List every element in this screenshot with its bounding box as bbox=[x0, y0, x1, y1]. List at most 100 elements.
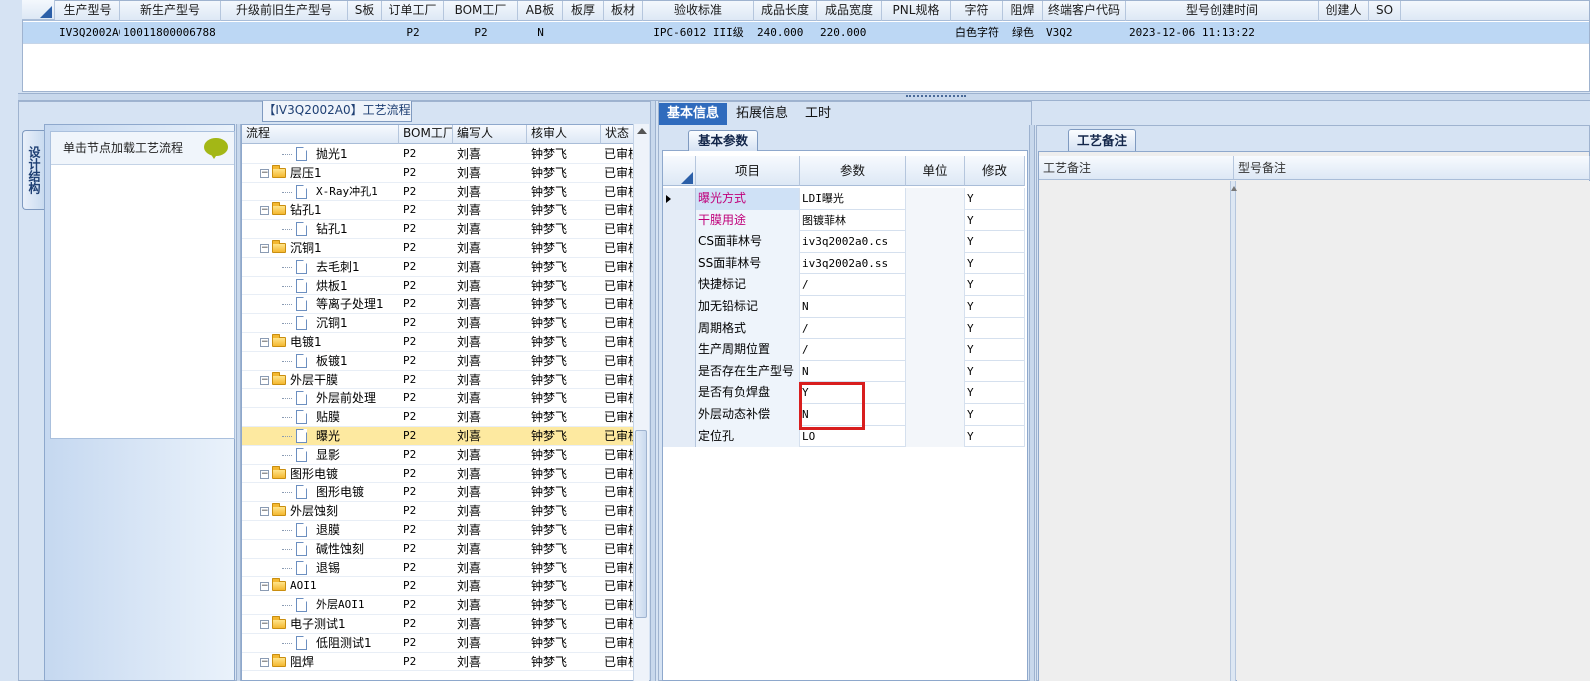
param-row[interactable]: 是否存在生产型号 N Y bbox=[663, 360, 1025, 383]
tree-row[interactable]: 等离子处理1 P2 刘喜 钟梦飞 已审核 bbox=[242, 295, 637, 315]
structure-list[interactable] bbox=[50, 131, 235, 439]
table-cell[interactable]: 白色字符 bbox=[951, 22, 1003, 44]
process-tree-grid[interactable]: 流程 BOM工厂 编写人 核审人 状态 抛光1 P2 刘喜 钟梦飞 已审核 − 层压1 P2 刘喜 钟梦飞… bbox=[241, 124, 649, 681]
table-cell[interactable] bbox=[882, 22, 951, 44]
tree-row[interactable]: − 层压1 P2 刘喜 钟梦飞 已审核 bbox=[242, 164, 637, 183]
param-column-header[interactable]: 单位 bbox=[906, 156, 965, 186]
param-unit[interactable] bbox=[906, 188, 965, 210]
table-cell[interactable]: V3Q2 bbox=[1043, 22, 1126, 44]
tree-column-header[interactable]: 编写人 bbox=[453, 125, 527, 144]
param-modify[interactable]: Y bbox=[965, 382, 1025, 404]
column-header[interactable]: 阻焊 bbox=[1003, 1, 1043, 21]
tree-row[interactable]: 退膜 P2 刘喜 钟梦飞 已审核 bbox=[242, 521, 637, 540]
table-cell[interactable]: P2 bbox=[444, 22, 518, 44]
column-header[interactable]: 字符 bbox=[951, 1, 1003, 21]
column-header[interactable]: 新生产型号 bbox=[120, 1, 221, 21]
column-header[interactable]: AB板 bbox=[518, 1, 563, 21]
param-grid-corner[interactable] bbox=[663, 156, 696, 186]
param-row[interactable]: 快捷标记 / Y bbox=[663, 274, 1025, 296]
expand-toggle-icon[interactable]: − bbox=[260, 657, 269, 667]
tree-row[interactable]: − 阻焊 P2 刘喜 钟梦飞 已审核 bbox=[242, 653, 637, 672]
param-unit[interactable] bbox=[906, 231, 965, 253]
tree-row[interactable]: − 电镀1 P2 刘喜 钟梦飞 已审核 bbox=[242, 333, 637, 352]
param-column-header[interactable]: 参数 bbox=[800, 156, 906, 186]
param-value[interactable]: N bbox=[800, 360, 906, 383]
remarks-splitter[interactable] bbox=[1230, 181, 1237, 681]
expand-toggle-icon[interactable]: − bbox=[260, 507, 269, 517]
horizontal-splitter[interactable] bbox=[18, 93, 1590, 101]
param-value[interactable]: N bbox=[800, 296, 906, 318]
column-header[interactable]: S板 bbox=[348, 1, 382, 21]
table-cell[interactable]: 2023-12-06 11:13:22 bbox=[1126, 22, 1319, 44]
tree-row[interactable]: − 外层蚀刻 P2 刘喜 钟梦飞 已审核 bbox=[242, 502, 637, 521]
param-modify[interactable]: Y bbox=[965, 274, 1025, 296]
tree-row[interactable]: 曝光 P2 刘喜 钟梦飞 已审核 bbox=[242, 427, 637, 446]
param-modify[interactable]: Y bbox=[965, 317, 1025, 340]
column-header[interactable]: BOM工厂 bbox=[444, 1, 518, 21]
column-header[interactable]: 验收标准 bbox=[643, 1, 754, 21]
param-unit[interactable] bbox=[906, 404, 965, 426]
table-cell[interactable] bbox=[563, 22, 604, 44]
param-unit[interactable] bbox=[906, 382, 965, 404]
tree-row[interactable]: − 图形电镀 P2 刘喜 钟梦飞 已审核 bbox=[242, 465, 637, 484]
tree-row[interactable]: − 钻孔1 P2 刘喜 钟梦飞 已审核 bbox=[242, 201, 637, 221]
row-indicator[interactable] bbox=[663, 209, 696, 232]
expand-toggle-icon[interactable]: − bbox=[260, 582, 269, 592]
tree-row[interactable]: 碱性蚀刻 P2 刘喜 钟梦飞 已审核 bbox=[242, 540, 637, 559]
param-unit[interactable] bbox=[906, 339, 965, 361]
table-cell[interactable] bbox=[604, 22, 643, 44]
row-indicator[interactable] bbox=[663, 382, 696, 404]
tree-row[interactable]: 抛光1 P2 刘喜 钟梦飞 已审核 bbox=[242, 145, 637, 164]
tree-row[interactable]: 沉铜1 P2 刘喜 钟梦飞 已审核 bbox=[242, 314, 637, 333]
column-header[interactable]: 成品宽度 bbox=[817, 1, 882, 21]
tree-row[interactable]: 烘板1 P2 刘喜 钟梦飞 已审核 bbox=[242, 277, 637, 296]
row-indicator[interactable] bbox=[663, 317, 696, 340]
expand-toggle-icon[interactable]: − bbox=[260, 620, 269, 629]
param-modify[interactable]: Y bbox=[965, 209, 1025, 232]
param-modify[interactable]: Y bbox=[965, 188, 1025, 210]
tab-process-remarks[interactable]: 工艺备注 bbox=[1068, 129, 1136, 151]
param-unit[interactable] bbox=[906, 274, 965, 296]
expand-toggle-icon[interactable]: − bbox=[260, 338, 269, 347]
param-row[interactable]: 加无铅标记 N Y bbox=[663, 296, 1025, 318]
tree-row[interactable]: − 外层干膜 P2 刘喜 钟梦飞 已审核 bbox=[242, 371, 637, 390]
table-cell[interactable]: P2 bbox=[382, 22, 444, 44]
param-row[interactable]: 生产周期位置 / Y bbox=[663, 339, 1025, 361]
tab-basic-info[interactable]: 基本信息 bbox=[659, 103, 728, 125]
expand-toggle-icon[interactable]: − bbox=[260, 206, 269, 216]
param-value[interactable]: iv3q2002a0.cs bbox=[800, 231, 906, 253]
table-cell[interactable]: 220.000 bbox=[817, 22, 882, 44]
param-row[interactable]: CS面菲林号 iv3q2002a0.cs Y bbox=[663, 231, 1025, 253]
tab-basic-params[interactable]: 基本参数 bbox=[688, 130, 758, 151]
grid-corner[interactable] bbox=[22, 0, 55, 20]
tree-row[interactable]: 图形电镀 P2 刘喜 钟梦飞 已审核 bbox=[242, 483, 637, 503]
expand-toggle-icon[interactable]: − bbox=[260, 469, 269, 479]
param-value[interactable]: 图镀菲林 bbox=[800, 209, 906, 232]
row-indicator[interactable] bbox=[663, 339, 696, 361]
tree-row[interactable]: 低阻测试1 P2 刘喜 钟梦飞 已审核 bbox=[242, 634, 637, 653]
tab-design-structure[interactable]: 设计结构 bbox=[22, 130, 44, 210]
column-header[interactable]: 型号创建时间 bbox=[1126, 1, 1319, 21]
param-row[interactable]: 周期格式 / Y bbox=[663, 317, 1025, 340]
row-indicator[interactable] bbox=[663, 360, 696, 383]
param-modify[interactable]: Y bbox=[965, 339, 1025, 361]
tree-row[interactable]: − 沉铜1 P2 刘喜 钟梦飞 已审核 bbox=[242, 239, 637, 258]
param-modify[interactable]: Y bbox=[965, 360, 1025, 383]
table-cell[interactable]: N bbox=[518, 22, 563, 44]
table-cell[interactable]: 绿色 bbox=[1003, 22, 1043, 44]
tree-row[interactable]: 贴膜 P2 刘喜 钟梦飞 已审核 bbox=[242, 408, 637, 427]
table-row[interactable]: IV3Q2002A0 10011800006788 P2 P2 N IPC-6012 II… bbox=[23, 22, 1589, 44]
param-unit[interactable] bbox=[906, 209, 965, 232]
expand-toggle-icon[interactable]: − bbox=[260, 168, 269, 178]
expand-toggle-icon[interactable]: − bbox=[260, 244, 269, 253]
row-indicator[interactable] bbox=[663, 188, 696, 210]
param-modify[interactable]: Y bbox=[965, 404, 1025, 426]
column-header[interactable]: 创建人 bbox=[1319, 1, 1369, 21]
tree-scrollbar-thumb[interactable] bbox=[635, 430, 647, 618]
column-header[interactable]: 终端客户代码 bbox=[1043, 1, 1126, 21]
row-indicator[interactable] bbox=[663, 252, 696, 275]
param-modify[interactable]: Y bbox=[965, 231, 1025, 253]
row-indicator[interactable] bbox=[663, 425, 696, 448]
table-cell[interactable] bbox=[221, 22, 348, 44]
column-header[interactable]: 生产型号 bbox=[56, 1, 120, 21]
